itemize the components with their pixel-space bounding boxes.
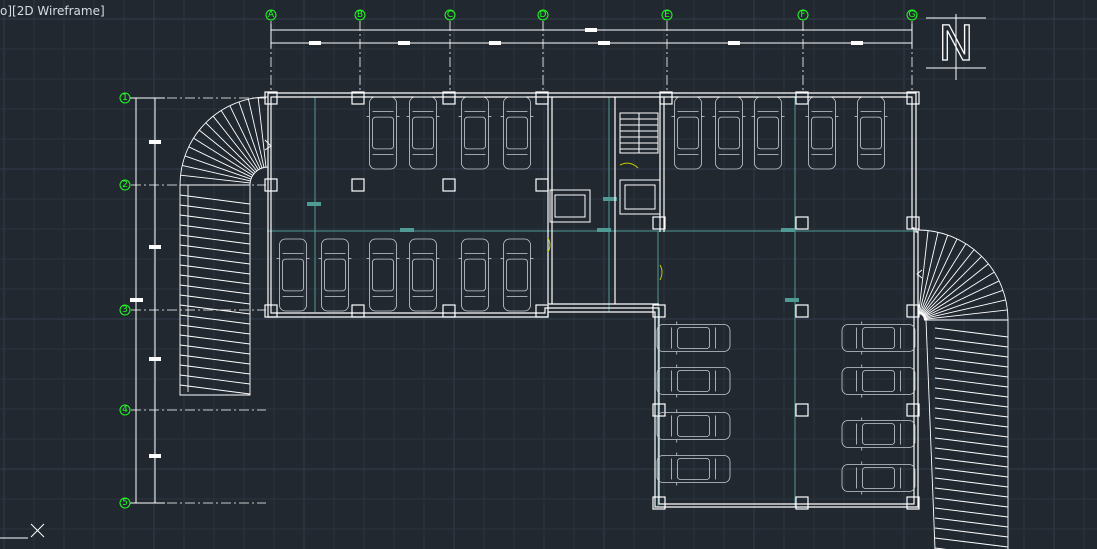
grid-bubble-col-label: D — [540, 10, 547, 20]
parked-car — [500, 238, 534, 312]
dimension-lines-top — [270, 24, 913, 48]
parked-car — [712, 96, 746, 170]
grid-bubble-col: E — [661, 9, 673, 21]
grid-bubble-col-label: C — [447, 10, 453, 20]
north-arrow-letter: N — [938, 16, 974, 72]
parked-car — [406, 238, 440, 312]
structural-column — [535, 91, 549, 105]
north-arrow: N — [926, 14, 986, 80]
beam-marks — [307, 197, 799, 302]
structural-column — [659, 91, 673, 105]
grid-bubble-row-label: 4 — [122, 405, 128, 415]
grid-bubble-row-label: 1 — [122, 93, 128, 103]
parked-car — [366, 96, 400, 170]
beam-lines — [267, 97, 918, 507]
structural-column — [906, 304, 920, 318]
parked-car — [671, 96, 705, 170]
grid-bubble-row: 3 — [119, 304, 131, 316]
structural-column — [795, 304, 809, 318]
ucs-icon — [0, 523, 45, 539]
parked-car — [854, 96, 888, 170]
stair-core — [619, 112, 659, 154]
grid-bubble-col-label: A — [268, 10, 275, 20]
grid-row-bubbles: 1 2 3 4 5 — [119, 92, 131, 509]
parked-car — [366, 238, 400, 312]
grid-bubble-col: G — [906, 9, 918, 21]
parked-car — [276, 238, 310, 312]
structural-column — [795, 216, 809, 230]
model-space-viewport[interactable]: o][2D Wireframe] A B C D E F G 1 2 3 4 5… — [0, 0, 1097, 549]
grid-bubble-col-label: G — [909, 10, 916, 20]
structural-column — [906, 403, 920, 417]
grid-bubble-col-label: E — [664, 10, 670, 20]
structural-column — [442, 91, 456, 105]
parked-car — [458, 96, 492, 170]
structural-column — [652, 216, 666, 230]
parked-car — [318, 238, 352, 312]
structural-column — [795, 91, 809, 105]
grid-bubble-row: 1 — [119, 92, 131, 104]
parking-cars — [276, 96, 916, 495]
structural-column — [795, 403, 809, 417]
grid-bubble-col: D — [537, 9, 549, 21]
grid-bubble-col-label: B — [357, 10, 363, 20]
grid-bubble-row: 2 — [119, 179, 131, 191]
parked-car — [406, 96, 440, 170]
dimension-ticks-top — [309, 28, 863, 45]
structural-column — [442, 178, 456, 192]
structural-column — [351, 304, 365, 318]
grid-bubble-col: F — [797, 9, 809, 21]
parked-car — [458, 238, 492, 312]
grid-bubble-row-label: 2 — [122, 180, 128, 190]
structural-column — [906, 91, 920, 105]
structural-column — [351, 91, 365, 105]
grid-bubble-row-label: 3 — [122, 305, 128, 315]
grid-bubble-row-label: 5 — [122, 498, 128, 508]
structural-column — [442, 304, 456, 318]
parked-car — [805, 96, 839, 170]
structural-column — [351, 178, 365, 192]
parked-car — [751, 96, 785, 170]
structural-column — [535, 178, 549, 192]
drawing-canvas[interactable]: A B C D E F G 1 2 3 4 5 N — [0, 0, 1097, 549]
parked-car — [500, 96, 534, 170]
structural-column — [906, 216, 920, 230]
grid-bubble-row: 5 — [119, 497, 131, 509]
viewport-view-label[interactable]: o][2D Wireframe] — [0, 4, 105, 18]
building-outline — [267, 92, 919, 508]
grid-bubble-col-label: F — [800, 10, 805, 20]
grid-bubble-row: 4 — [119, 404, 131, 416]
ramp-left — [179, 96, 272, 396]
structural-column — [535, 304, 549, 318]
